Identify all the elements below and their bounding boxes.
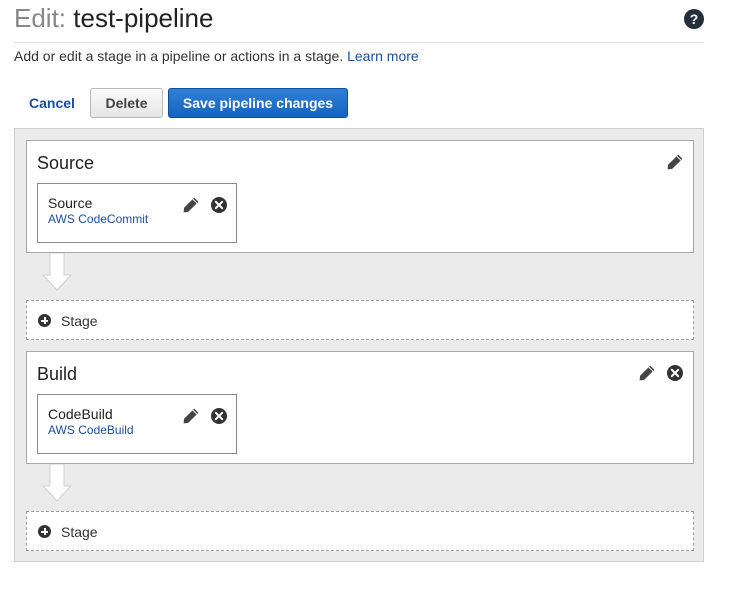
down-arrow-icon — [42, 253, 72, 291]
pencil-icon[interactable] — [182, 196, 200, 214]
action-provider-link[interactable]: AWS CodeCommit — [48, 212, 148, 226]
action-name: CodeBuild — [48, 406, 113, 422]
stage-build: Build CodeBuild AWS CodeBuild — [26, 351, 694, 464]
stage-name: Build — [37, 364, 78, 384]
pipeline-name: test-pipeline — [73, 3, 214, 33]
add-stage-button[interactable]: Stage — [26, 511, 694, 551]
learn-more-link[interactable]: Learn more — [347, 48, 419, 64]
action-provider-link[interactable]: AWS CodeBuild — [48, 423, 134, 437]
subtitle-text: Add or edit a stage in a pipeline or act… — [14, 48, 344, 64]
delete-button[interactable]: Delete — [90, 88, 163, 118]
close-circle-icon[interactable] — [210, 196, 228, 214]
action-codebuild[interactable]: CodeBuild AWS CodeBuild — [37, 394, 237, 454]
title-divider — [14, 42, 704, 43]
add-stage-label: Stage — [61, 524, 98, 540]
pencil-icon[interactable] — [638, 364, 656, 382]
page-subtitle: Add or edit a stage in a pipeline or act… — [14, 47, 419, 65]
add-stage-label: Stage — [61, 313, 98, 329]
cancel-button[interactable]: Cancel — [29, 95, 75, 111]
stage-name: Source — [37, 153, 95, 173]
help-icon[interactable]: ? — [684, 9, 704, 29]
action-source[interactable]: Source AWS CodeCommit — [37, 183, 237, 243]
add-stage-button[interactable]: Stage — [26, 300, 694, 340]
stage-source: Source Source AWS CodeCommit — [26, 140, 694, 253]
down-arrow-icon — [42, 464, 72, 502]
save-pipeline-changes-button[interactable]: Save pipeline changes — [168, 88, 348, 118]
action-name: Source — [48, 195, 93, 211]
pencil-icon[interactable] — [666, 153, 684, 171]
plus-circle-icon — [38, 525, 51, 538]
page-title: Edit: test-pipeline — [14, 2, 213, 34]
close-circle-icon[interactable] — [210, 407, 228, 425]
close-circle-icon[interactable] — [666, 364, 684, 382]
pencil-icon[interactable] — [182, 407, 200, 425]
pipeline-editor-canvas: Source Source AWS CodeCommit Stage Build — [14, 128, 704, 562]
plus-circle-icon — [38, 314, 51, 327]
page-title-prefix: Edit: — [14, 3, 67, 33]
